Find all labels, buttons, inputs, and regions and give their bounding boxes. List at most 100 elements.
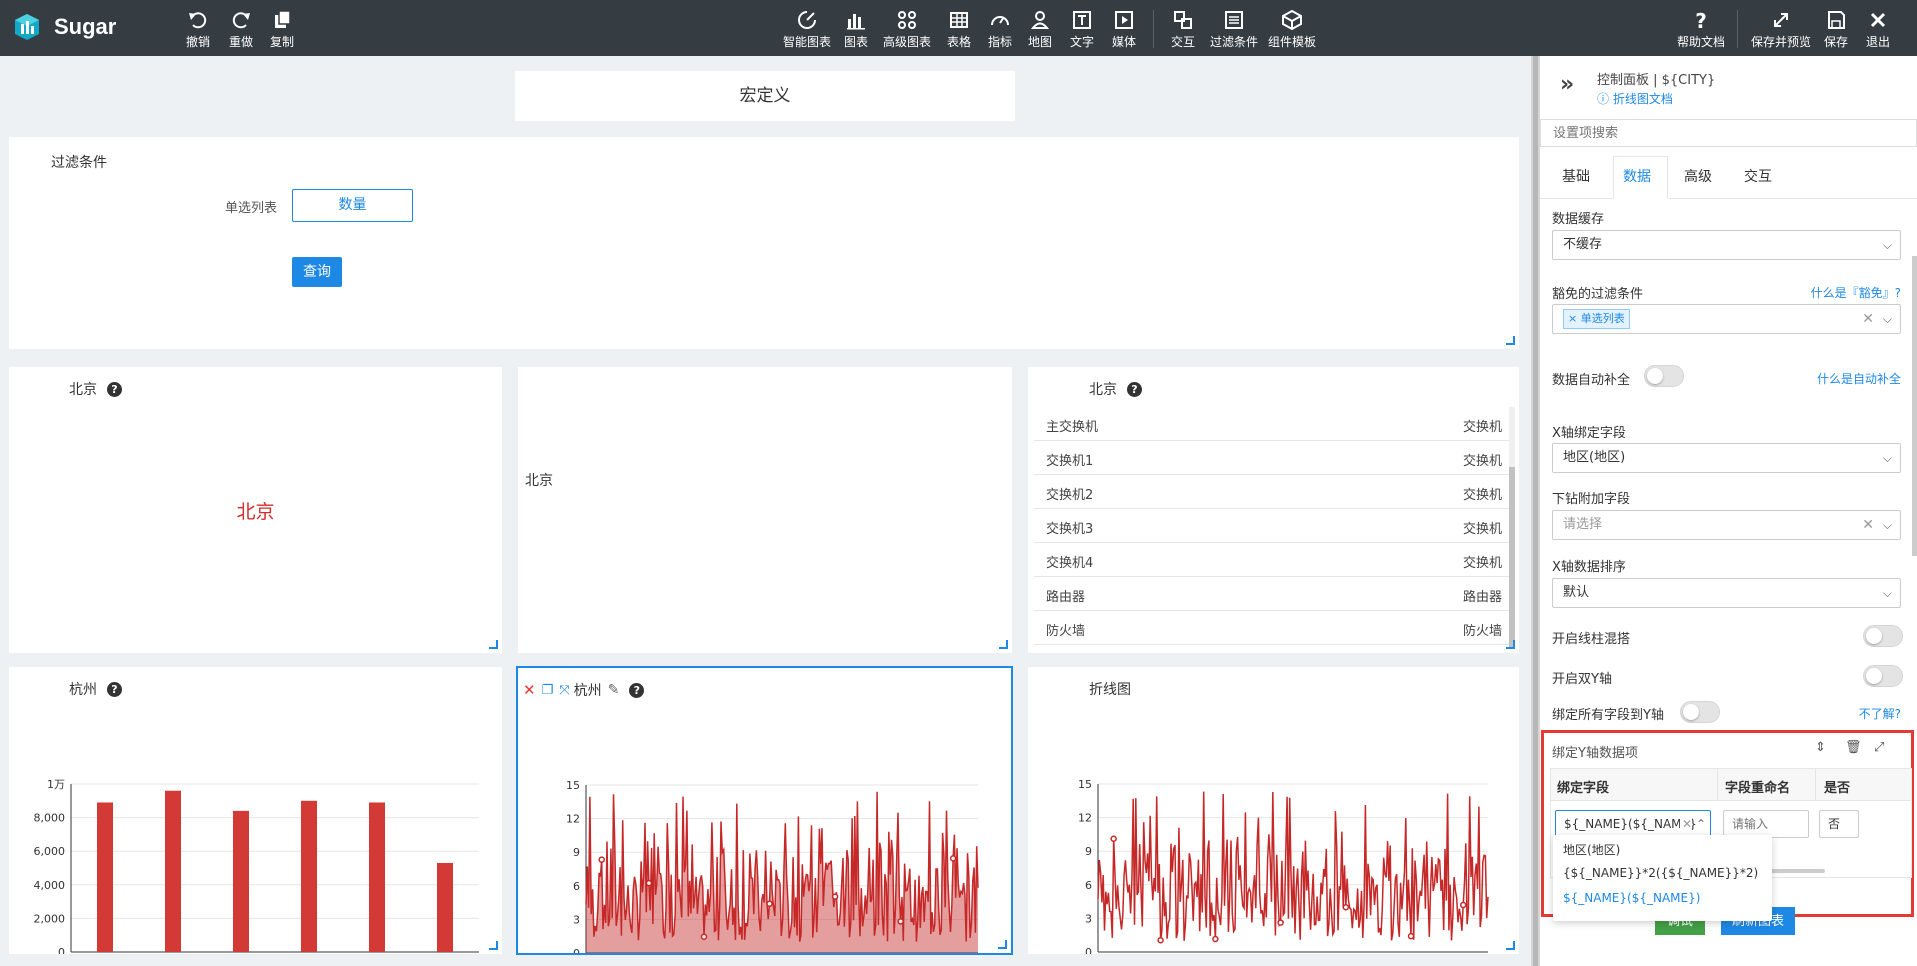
chart-doc-link-text: 折线图文档	[1612, 92, 1673, 106]
bar-chart-panel[interactable]: 杭州 ? 02,0004,0006,0008,0001万苹果三星华为oppovi…	[9, 667, 502, 954]
drill-field-placeholder: 请选择	[1563, 517, 1603, 532]
dropdown-option[interactable]: {${_NAME}}*2({${_NAME}}*2)	[1563, 866, 1758, 880]
exempt-help-link[interactable]: 什么是『豁免』?	[1811, 284, 1901, 301]
chart-doc-link[interactable]: ⓘ 折线图文档	[1597, 90, 1673, 107]
table-row[interactable]: 路由器 路由器	[1034, 577, 1514, 611]
table-row[interactable]: 交换机2 交换机	[1034, 475, 1514, 509]
bind-all-help-link[interactable]: 不了解?	[1859, 705, 1901, 722]
exempt-tag[interactable]: × 单选列表	[1563, 309, 1630, 329]
template-button[interactable]: 组件模板	[1268, 9, 1316, 50]
filter-icon	[1225, 11, 1243, 29]
panel-title-text: 北京	[1089, 382, 1117, 398]
help-question-icon[interactable]: ?	[107, 381, 122, 397]
exempt-filter-label: 豁免的过滤条件	[1552, 287, 1644, 302]
chart-button[interactable]: 图表	[844, 9, 868, 50]
save-preview-button[interactable]: 保存并预览	[1751, 9, 1811, 50]
resize-handle[interactable]	[489, 941, 498, 950]
panel-scrollbar[interactable]	[1912, 256, 1917, 556]
data-point	[598, 856, 605, 863]
resize-handle[interactable]	[489, 640, 498, 649]
save-label: 保存	[1824, 35, 1849, 49]
table-cell: 防火墙	[1462, 624, 1502, 639]
macro-definition-box[interactable]: 宏定义	[515, 71, 1015, 121]
exit-button[interactable]: 退出	[1866, 9, 1890, 50]
resize-handle[interactable]	[998, 940, 1007, 949]
settings-search-input[interactable]	[1540, 119, 1917, 147]
query-button[interactable]: 查询	[292, 257, 342, 287]
filter-button[interactable]: 过滤条件	[1210, 9, 1258, 50]
help-button[interactable]: ? 帮助文档	[1677, 9, 1725, 50]
clear-icon[interactable]: ✕	[1679, 811, 1692, 837]
bar	[165, 790, 181, 952]
line-chart-panel[interactable]: 折线图 03691215华东西北东北华东中南东北东北中南华东西北华东中南西北数量	[1028, 667, 1519, 954]
filter-field-label: 单选列表	[225, 201, 278, 216]
svg-text:?: ?	[1695, 9, 1707, 31]
exempt-filter-select[interactable]: × 单选列表 ✕ ⌵	[1552, 304, 1901, 334]
sort-icon[interactable]: ⇕	[1815, 740, 1826, 755]
x-axis-field-select[interactable]: 地区(地区) ⌵	[1552, 443, 1901, 473]
clear-icon[interactable]: ✕	[1862, 305, 1874, 333]
table-row[interactable]: 交换机4 交换机	[1034, 543, 1514, 577]
drill-field-label: 下钻附加字段	[1552, 492, 1631, 507]
bind-all-y-label: 绑定所有字段到Y轴	[1552, 708, 1664, 723]
auto-fill-toggle[interactable]	[1644, 365, 1684, 387]
save-button[interactable]: 保存	[1824, 9, 1848, 50]
drill-field-select[interactable]: 请选择 ✕ ⌵	[1552, 510, 1901, 540]
tab-interaction[interactable]: 交互	[1744, 166, 1772, 186]
media-button[interactable]: 媒体	[1112, 9, 1136, 50]
resize-handle[interactable]	[1506, 640, 1515, 649]
tag-remove-icon[interactable]: ×	[1568, 312, 1577, 325]
gauge-button[interactable]: 指标	[988, 9, 1012, 50]
copy-button[interactable]: 复制	[270, 9, 294, 50]
canvas-scrollbar-thumb[interactable]	[1533, 56, 1538, 966]
table-scrollbar-thumb[interactable]	[1509, 467, 1515, 647]
radio-list-select[interactable]: 数量	[292, 189, 413, 222]
area-chart-panel-selected[interactable]: ✕ ❐ ⤧ 杭州 ✎ ? 03691215华东西北东北华东中南东北东北中南华东西…	[516, 666, 1013, 955]
trash-icon[interactable]: 🗑	[1845, 740, 1862, 755]
text-panel-beijing[interactable]: 北京 ? 北京	[9, 367, 502, 653]
undo-button[interactable]: 撤销	[186, 9, 210, 50]
chevron-down-icon: ⌵	[1882, 312, 1892, 326]
text-button[interactable]: 文字	[1070, 9, 1094, 50]
redo-label: 重做	[229, 35, 254, 49]
advanced-chart-button[interactable]: 高级图表	[883, 9, 931, 50]
clear-icon[interactable]: ✕	[1862, 511, 1874, 539]
app-logo[interactable]: Sugar	[12, 12, 116, 42]
filter-panel[interactable]: 过滤条件 单选列表 数量 查询	[9, 137, 1519, 349]
dropdown-option-selected[interactable]: ${_NAME}(${_NAME})	[1563, 891, 1700, 905]
dropdown-option[interactable]: 地区(地区)	[1563, 841, 1620, 858]
resize-handle[interactable]	[999, 640, 1008, 649]
tab-basic[interactable]: 基础	[1562, 166, 1590, 186]
table-button[interactable]: 表格	[947, 9, 971, 50]
data-cache-select[interactable]: 不缓存 ⌵	[1552, 230, 1901, 260]
rename-input[interactable]	[1723, 810, 1809, 838]
redo-button[interactable]: 重做	[229, 9, 253, 50]
dual-y-toggle[interactable]	[1863, 665, 1903, 687]
interaction-button[interactable]: 交互	[1171, 9, 1195, 50]
expand-icon[interactable]: ⤢	[1874, 740, 1884, 755]
table-row[interactable]: 交换机1 交换机	[1034, 441, 1514, 475]
line-bar-mix-toggle[interactable]	[1863, 625, 1903, 647]
help-question-icon[interactable]: ?	[1127, 381, 1142, 397]
table-row[interactable]: 防火墙 防火墙	[1034, 611, 1514, 645]
text-panel-2[interactable]: 北京	[518, 367, 1012, 653]
resize-handle[interactable]	[1506, 941, 1515, 950]
table-panel[interactable]: 北京 ? 主交换机 交换机 交换机1 交换机 交换机2 交换机 交换机3 交换机 交换机…	[1028, 367, 1519, 653]
map-button[interactable]: 地图	[1028, 9, 1052, 50]
panel-title-text: 北京	[69, 382, 97, 398]
smart-chart-button[interactable]: 智能图表	[783, 9, 831, 50]
table-row[interactable]: 主交换机 交换机	[1034, 407, 1514, 441]
x-sort-select[interactable]: 默认 ⌵	[1552, 578, 1901, 608]
y-bind-title: 绑定Y轴数据项	[1552, 746, 1638, 761]
bind-field-select[interactable]: ${_NAME}(${_NAME}) ✕ ⌃	[1555, 810, 1711, 838]
bind-all-y-toggle[interactable]	[1680, 701, 1720, 723]
data-point	[766, 900, 773, 907]
auto-fill-help-link[interactable]: 什么是自动补全	[1817, 370, 1901, 387]
table-row[interactable]: 交换机3 交换机	[1034, 509, 1514, 543]
gauge-icon	[991, 16, 1009, 26]
undo-label: 撤销	[186, 35, 211, 49]
yes-no-select[interactable]: 否	[1819, 810, 1859, 838]
tab-advanced[interactable]: 高级	[1684, 166, 1712, 186]
resize-handle[interactable]	[1506, 336, 1515, 345]
collapse-panel-icon[interactable]: »	[1560, 72, 1574, 97]
